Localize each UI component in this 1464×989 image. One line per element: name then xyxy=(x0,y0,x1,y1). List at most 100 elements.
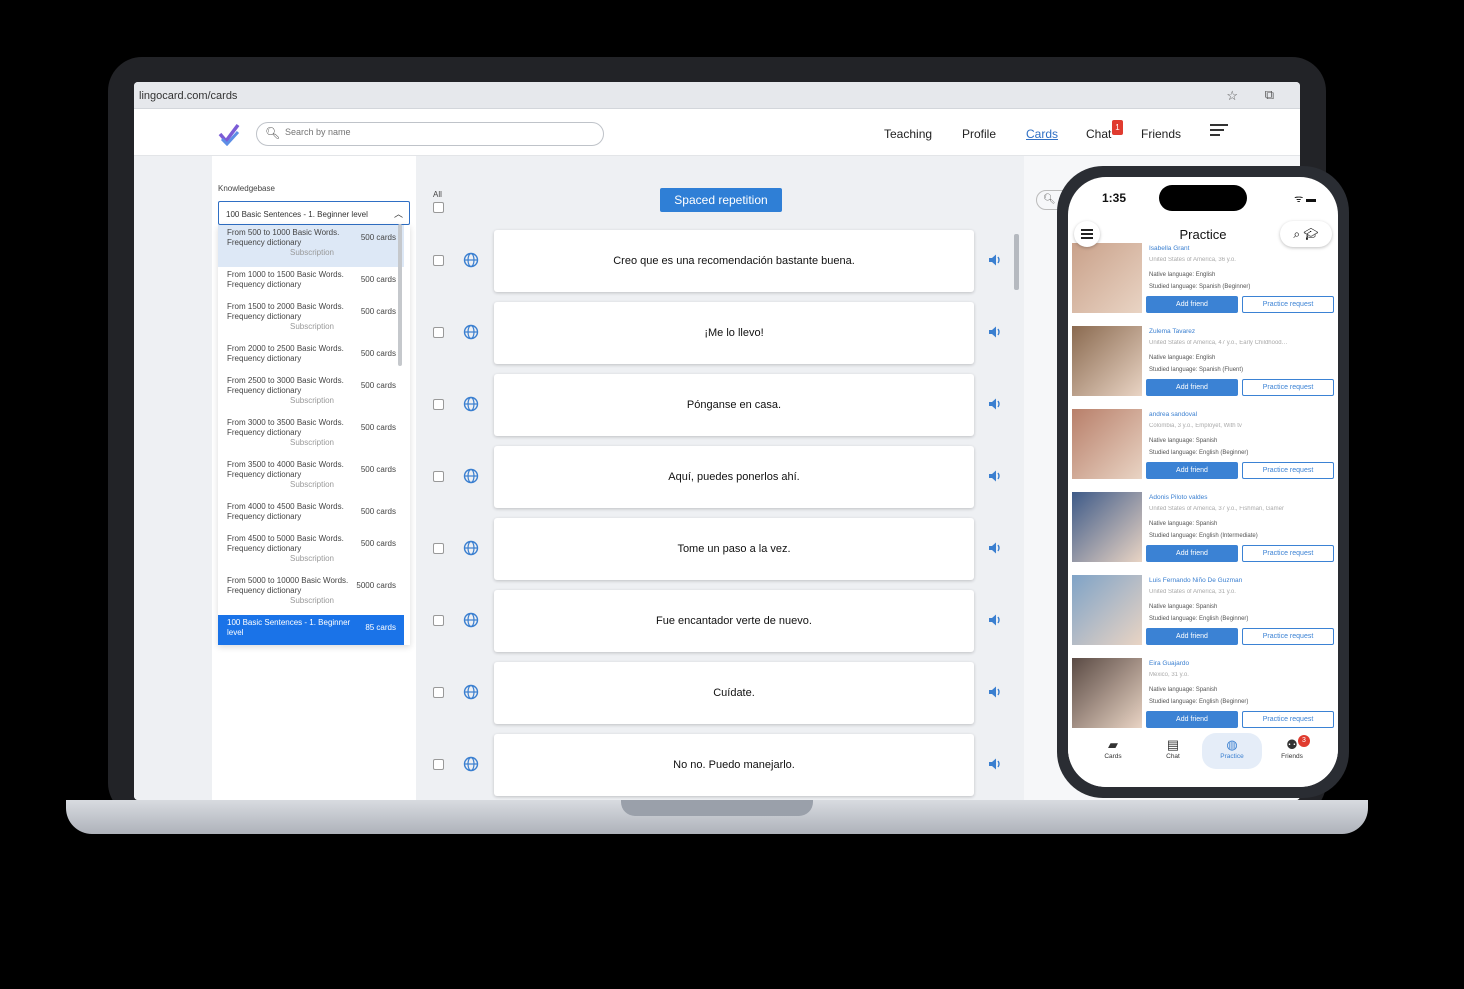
user-name[interactable]: andrea sandoval xyxy=(1149,411,1197,418)
search-input[interactable] xyxy=(285,127,585,137)
tab-label: Practice xyxy=(1220,753,1244,760)
search-icon: 🔍︎ xyxy=(265,126,281,140)
flashcard[interactable]: Tome un paso a la vez. xyxy=(494,518,974,580)
flashcard[interactable]: Creo que es una recomendación bastante b… xyxy=(494,230,974,292)
flashcard[interactable]: Fue encantador verte de nuevo. xyxy=(494,590,974,652)
globe-icon[interactable] xyxy=(463,324,479,340)
add-friend-button[interactable]: Add friend xyxy=(1146,545,1238,562)
user-meta: Colombia, 3 y.o., Employet, With tv xyxy=(1149,423,1242,429)
globe-icon[interactable] xyxy=(463,468,479,484)
bookmark-star-icon[interactable]: ☆ xyxy=(1226,88,1238,104)
card-checkbox[interactable] xyxy=(433,543,444,554)
add-friend-button[interactable]: Add friend xyxy=(1146,462,1238,479)
studied-language: Studied language: English (Beginner) xyxy=(1149,616,1249,622)
practice-request-button[interactable]: Practice request xyxy=(1242,462,1334,479)
search-bar[interactable]: 🔍︎ xyxy=(256,122,604,146)
url-text[interactable]: lingocard.com/cards xyxy=(139,90,237,102)
speaker-icon[interactable] xyxy=(987,684,1003,700)
tab-cards[interactable]: ▰ Cards xyxy=(1083,737,1143,760)
globe-icon[interactable] xyxy=(463,684,479,700)
speaker-icon[interactable] xyxy=(987,540,1003,556)
card-checkbox[interactable] xyxy=(433,615,444,626)
globe-icon[interactable] xyxy=(463,396,479,412)
card-checkbox[interactable] xyxy=(433,255,444,266)
user-name[interactable]: Adonis Piloto valdes xyxy=(1149,494,1208,501)
nav-profile[interactable]: Profile xyxy=(962,127,996,141)
user-name[interactable]: Eira Guajardo xyxy=(1149,660,1189,667)
flashcard[interactable]: No no. Puedo manejarlo. xyxy=(494,734,974,796)
chat-badge: 1 xyxy=(1112,120,1123,135)
speaker-icon[interactable] xyxy=(987,396,1003,412)
card-checkbox[interactable] xyxy=(433,687,444,698)
practice-request-button[interactable]: Practice request xyxy=(1242,711,1334,728)
native-language: Native language: English xyxy=(1149,355,1216,361)
flashcard[interactable]: Pónganse en casa. xyxy=(494,374,974,436)
flashcard[interactable]: ¡Me lo llevo! xyxy=(494,302,974,364)
knowledgebase-select[interactable]: 100 Basic Sentences - 1. Beginner level … xyxy=(218,201,410,225)
tab-label: Chat xyxy=(1166,753,1180,760)
user-meta: United States of America, 47 y.o., Early… xyxy=(1149,340,1288,346)
select-all-checkbox[interactable] xyxy=(433,202,444,213)
user-card: Adonis Piloto valdes United States of Ame… xyxy=(1072,492,1334,564)
graduation-cap-icon[interactable]: 🎓︎ xyxy=(1303,227,1318,241)
user-photo xyxy=(1072,326,1142,396)
globe-icon[interactable] xyxy=(463,540,479,556)
speaker-icon[interactable] xyxy=(987,756,1003,772)
flashcard[interactable]: Cuídate. xyxy=(494,662,974,724)
card-checkbox[interactable] xyxy=(433,471,444,482)
user-photo xyxy=(1072,409,1142,479)
tab-label: Friends xyxy=(1281,753,1303,760)
add-friend-button[interactable]: Add friend xyxy=(1146,296,1238,313)
nav-cards[interactable]: Cards xyxy=(1026,127,1058,141)
card-checkbox[interactable] xyxy=(433,759,444,770)
tab-chat[interactable]: ▤ Chat xyxy=(1143,737,1203,760)
practice-request-button[interactable]: Practice request xyxy=(1242,379,1334,396)
speaker-icon[interactable] xyxy=(987,468,1003,484)
app-navbar: 🔍︎ Teaching Profile Cards Chat 1 Friends xyxy=(134,110,1300,156)
search-icon[interactable]: ⌕ xyxy=(1293,227,1300,241)
user-name[interactable]: Zulema Tavarez xyxy=(1149,328,1195,335)
speaker-icon[interactable] xyxy=(987,324,1003,340)
globe-icon[interactable] xyxy=(463,756,479,772)
nav-friends[interactable]: Friends xyxy=(1141,127,1181,141)
spaced-repetition-button[interactable]: Spaced repetition xyxy=(660,188,782,212)
tab-friends[interactable]: ⚉ Friends xyxy=(1262,737,1322,760)
nav-teaching[interactable]: Teaching xyxy=(884,127,932,141)
card-checkbox[interactable] xyxy=(433,399,444,410)
flashcard[interactable]: Aquí, puedes ponerlos ahí. xyxy=(494,446,974,508)
practice-request-button[interactable]: Practice request xyxy=(1242,545,1334,562)
user-meta: United States of America, 31 y.o. xyxy=(1149,589,1236,595)
add-friend-button[interactable]: Add friend xyxy=(1146,379,1238,396)
card-checkbox[interactable] xyxy=(433,327,444,338)
chat-icon: ▤ xyxy=(1166,737,1180,752)
tab-practice[interactable]: ◍ Practice xyxy=(1202,733,1262,769)
globe-icon[interactable] xyxy=(463,612,479,628)
status-time: 1:35 xyxy=(1102,191,1127,205)
user-meta: United States of America, 36 y.o. xyxy=(1149,257,1236,263)
native-language: Native language: Spanish xyxy=(1149,604,1218,610)
add-friend-button[interactable]: Add friend xyxy=(1146,628,1238,645)
lingocard-logo-icon[interactable] xyxy=(218,122,240,146)
friends-icon: ⚉ xyxy=(1286,737,1298,752)
native-language: Native language: Spanish xyxy=(1149,438,1218,444)
nav-chat[interactable]: Chat xyxy=(1086,127,1111,141)
menu-icon[interactable] xyxy=(1210,124,1230,138)
user-meta: United States of America, 37 y.o., Fishm… xyxy=(1149,506,1284,512)
studied-language: Studied language: Spanish (Beginner) xyxy=(1149,284,1251,290)
user-photo xyxy=(1072,658,1142,728)
user-photo xyxy=(1072,492,1142,562)
extension-icon[interactable]: ⧉ xyxy=(1265,87,1274,103)
add-friend-button[interactable]: Add friend xyxy=(1146,711,1238,728)
user-card: Zulema Tavarez United States of America, … xyxy=(1072,326,1334,398)
speaker-icon[interactable] xyxy=(987,612,1003,628)
speaker-icon[interactable] xyxy=(987,252,1003,268)
studied-language: Studied language: English (Beginner) xyxy=(1149,699,1249,705)
native-language: Native language: Spanish xyxy=(1149,687,1218,693)
practice-request-button[interactable]: Practice request xyxy=(1242,628,1334,645)
phone-tabbar: ▰ Cards ▤ Chat ◍ Practice ⚉ Friends 3 xyxy=(1068,729,1338,787)
cards-scrollbar[interactable] xyxy=(1014,234,1019,290)
globe-icon[interactable] xyxy=(463,252,479,268)
user-name[interactable]: Luis Fernando Niño De Guzman xyxy=(1149,577,1242,584)
browser-url-bar[interactable]: lingocard.com/cards ☆ ⧉ xyxy=(134,82,1300,109)
practice-request-button[interactable]: Practice request xyxy=(1242,296,1334,313)
